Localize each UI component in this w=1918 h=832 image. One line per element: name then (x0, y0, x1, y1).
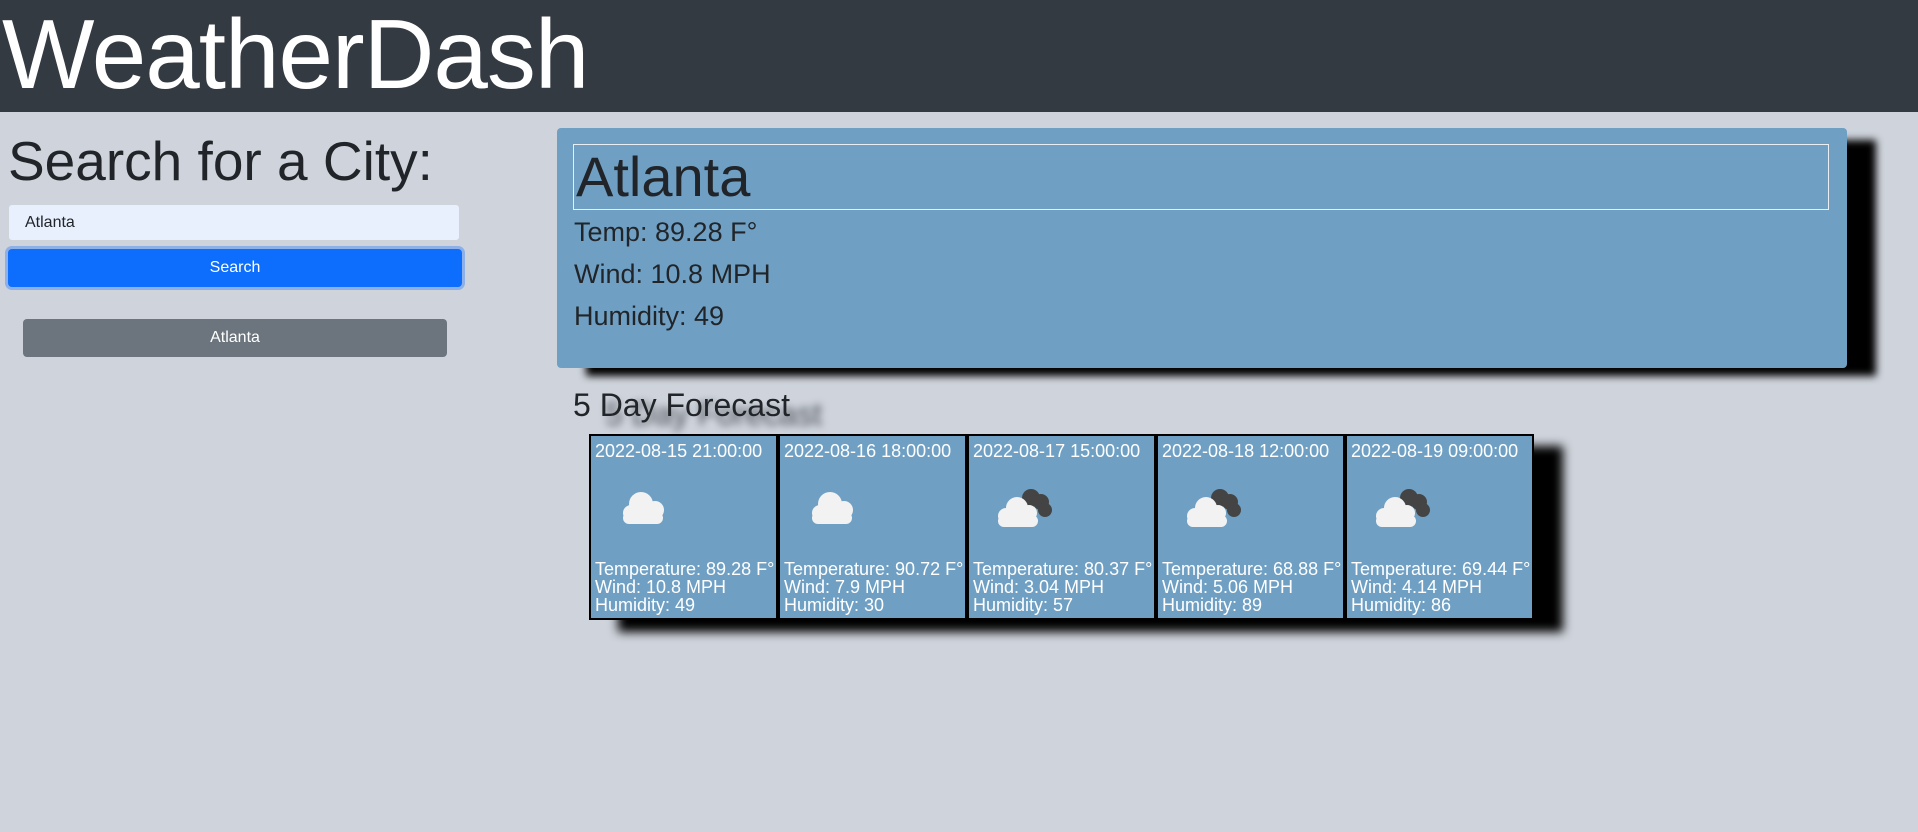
broken-clouds-icon (1376, 489, 1430, 527)
forecast-date: 2022-08-17 15:00:00 (973, 441, 1141, 461)
forecast-temp: Temperature: 69.44 F° (1351, 559, 1531, 579)
broken-clouds-icon (998, 489, 1052, 527)
forecast-day-card: 2022-08-15 21:00:00 Temperature: 89.28 F… (589, 434, 778, 620)
forecast-wind: Wind: 4.14 MPH (1351, 577, 1483, 597)
current-wind: Wind: 10.8 MPH (574, 259, 771, 289)
forecast-wind: Wind: 10.8 MPH (595, 577, 727, 597)
forecast-wind: Wind: 3.04 MPH (973, 577, 1105, 597)
current-temp: Temp: 89.28 F° (574, 217, 758, 247)
forecast-stats: Temperature: 89.28 F° Wind: 10.8 MPH Hum… (595, 560, 774, 614)
forecast-stats: Temperature: 68.88 F° Wind: 5.06 MPH Hum… (1162, 560, 1341, 614)
forecast-day-card: 2022-08-17 15:00:00 Temperature: 80.37 F… (967, 434, 1156, 620)
app-title: WeatherDash (2, 0, 589, 109)
broken-clouds-icon (1187, 489, 1241, 527)
forecast-humidity: Humidity: 49 (595, 595, 696, 615)
forecast-temp: Temperature: 90.72 F° (784, 559, 964, 579)
forecast-temp: Temperature: 89.28 F° (595, 559, 775, 579)
forecast-day-card: 2022-08-16 18:00:00 Temperature: 90.72 F… (778, 434, 967, 620)
forecast-day-card: 2022-08-19 09:00:00 Temperature: 69.44 F… (1345, 434, 1534, 620)
current-city-name: Atlanta (573, 144, 1829, 210)
current-weather-card: Atlanta Temp: 89.28 F° Wind: 10.8 MPH Hu… (557, 128, 1847, 368)
forecast-row: 2022-08-15 21:00:00 Temperature: 89.28 F… (589, 434, 1534, 620)
forecast-temp: Temperature: 80.37 F° (973, 559, 1153, 579)
forecast-day-card: 2022-08-18 12:00:00 Temperature: 68.88 F… (1156, 434, 1345, 620)
forecast-stats: Temperature: 69.44 F° Wind: 4.14 MPH Hum… (1351, 560, 1530, 614)
forecast-stats: Temperature: 90.72 F° Wind: 7.9 MPH Humi… (784, 560, 963, 614)
cloud-icon (812, 492, 853, 524)
search-button[interactable]: Search (8, 249, 462, 287)
history-button-atlanta[interactable]: Atlanta (23, 319, 447, 357)
forecast-humidity: Humidity: 86 (1351, 595, 1452, 615)
current-humidity: Humidity: 49 (574, 301, 725, 331)
search-heading: Search for a City: (8, 130, 433, 192)
top-bar: WeatherDash (0, 0, 1918, 112)
forecast-date: 2022-08-16 18:00:00 (784, 441, 952, 461)
forecast-date: 2022-08-15 21:00:00 (595, 441, 763, 461)
forecast-heading: 5 Day Forecast (573, 387, 790, 423)
forecast-wind: Wind: 5.06 MPH (1162, 577, 1294, 597)
forecast-humidity: Humidity: 89 (1162, 595, 1263, 615)
forecast-humidity: Humidity: 30 (784, 595, 885, 615)
forecast-temp: Temperature: 68.88 F° (1162, 559, 1342, 579)
city-search-input[interactable] (8, 204, 460, 241)
forecast-wind: Wind: 7.9 MPH (784, 577, 906, 597)
cloud-icon (623, 492, 664, 524)
forecast-humidity: Humidity: 57 (973, 595, 1074, 615)
forecast-date: 2022-08-18 12:00:00 (1162, 441, 1330, 461)
forecast-stats: Temperature: 80.37 F° Wind: 3.04 MPH Hum… (973, 560, 1152, 614)
forecast-date: 2022-08-19 09:00:00 (1351, 441, 1519, 461)
